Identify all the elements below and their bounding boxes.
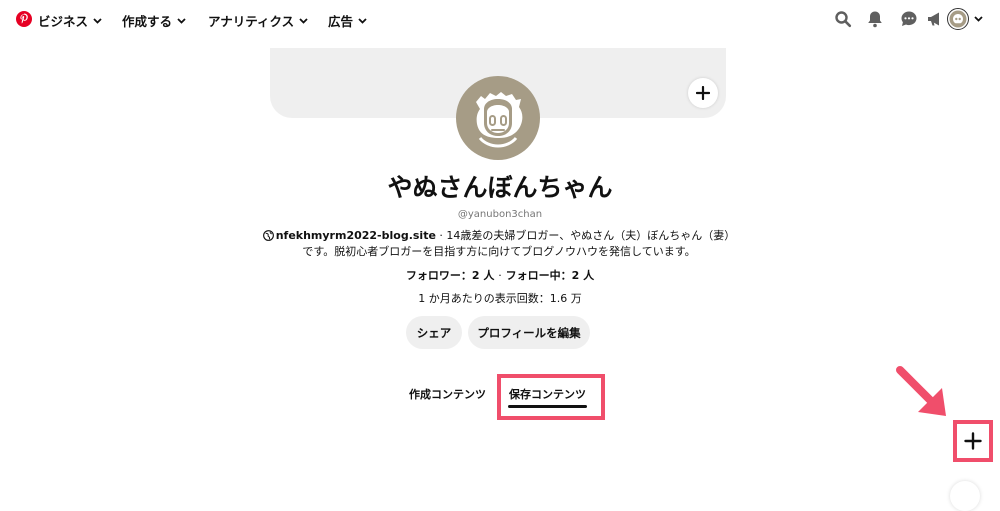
bio-line-1: · 14歳差の夫婦ブロガー、やぬさん（夫）ぼんちゃん（妻）	[435, 229, 736, 242]
nav-business[interactable]: ビジネス	[38, 11, 102, 30]
share-button[interactable]: シェア	[406, 316, 462, 349]
megaphone-icon[interactable]	[926, 10, 944, 28]
chevron-down-icon	[177, 17, 186, 24]
top-navigation: ビジネス 作成する アナリティクス 広告	[0, 0, 1000, 40]
floating-add-button[interactable]	[953, 420, 993, 462]
following-count[interactable]: フォロー中：2 人	[506, 269, 594, 282]
annotation-arrow	[896, 366, 946, 416]
bio-line-2: です。脱初心者ブロガーを目指す方に向けてブログノウハウを発信しています。	[302, 245, 696, 258]
profile-avatar[interactable]	[456, 76, 540, 160]
plus-icon	[696, 86, 710, 100]
nav-create[interactable]: 作成する	[122, 11, 186, 30]
nav-analytics-label: アナリティクス	[208, 14, 295, 29]
profile-username: @yanubon3chan	[457, 209, 543, 220]
monthly-views: 1 か月あたりの表示回数：1.6 万	[418, 292, 582, 305]
pinterest-logo-icon[interactable]	[16, 11, 32, 27]
tab-saved-highlight	[497, 374, 605, 420]
help-button[interactable]	[950, 481, 980, 511]
website-link[interactable]: nfekhmyrm2022-blog.site	[276, 229, 436, 242]
share-button-label: シェア	[416, 325, 452, 340]
follow-stats: フォロワー：2 人 · フォロー中：2 人	[0, 267, 1000, 283]
bell-icon[interactable]	[866, 10, 884, 28]
edit-profile-button-label: プロフィールを編集	[477, 325, 581, 340]
edit-profile-button[interactable]: プロフィールを編集	[468, 316, 590, 349]
nav-business-label: ビジネス	[38, 14, 89, 29]
chevron-down-icon[interactable]	[974, 16, 983, 22]
chevron-down-icon	[93, 17, 102, 24]
tab-created[interactable]: 作成コンテンツ	[409, 386, 486, 402]
search-icon[interactable]	[834, 10, 852, 28]
chat-icon[interactable]	[900, 10, 918, 28]
chevron-down-icon	[358, 17, 367, 24]
add-cover-button[interactable]	[688, 78, 718, 108]
followers-count[interactable]: フォロワー：2 人	[406, 269, 494, 282]
nav-analytics[interactable]: アナリティクス	[208, 11, 308, 30]
profile-bio: nfekhmyrm2022-blog.site · 14歳差の夫婦ブロガー、やぬ…	[260, 228, 738, 260]
chevron-down-icon	[299, 17, 308, 24]
nav-ads[interactable]: 広告	[328, 11, 367, 30]
nav-create-label: 作成する	[122, 14, 173, 29]
avatar[interactable]	[947, 8, 969, 30]
globe-icon	[262, 230, 274, 241]
stats-separator: ·	[498, 269, 502, 282]
plus-icon	[964, 432, 982, 450]
profile-name: やぬさんぼんちゃん	[387, 173, 613, 202]
nav-ads-label: 広告	[328, 14, 354, 29]
